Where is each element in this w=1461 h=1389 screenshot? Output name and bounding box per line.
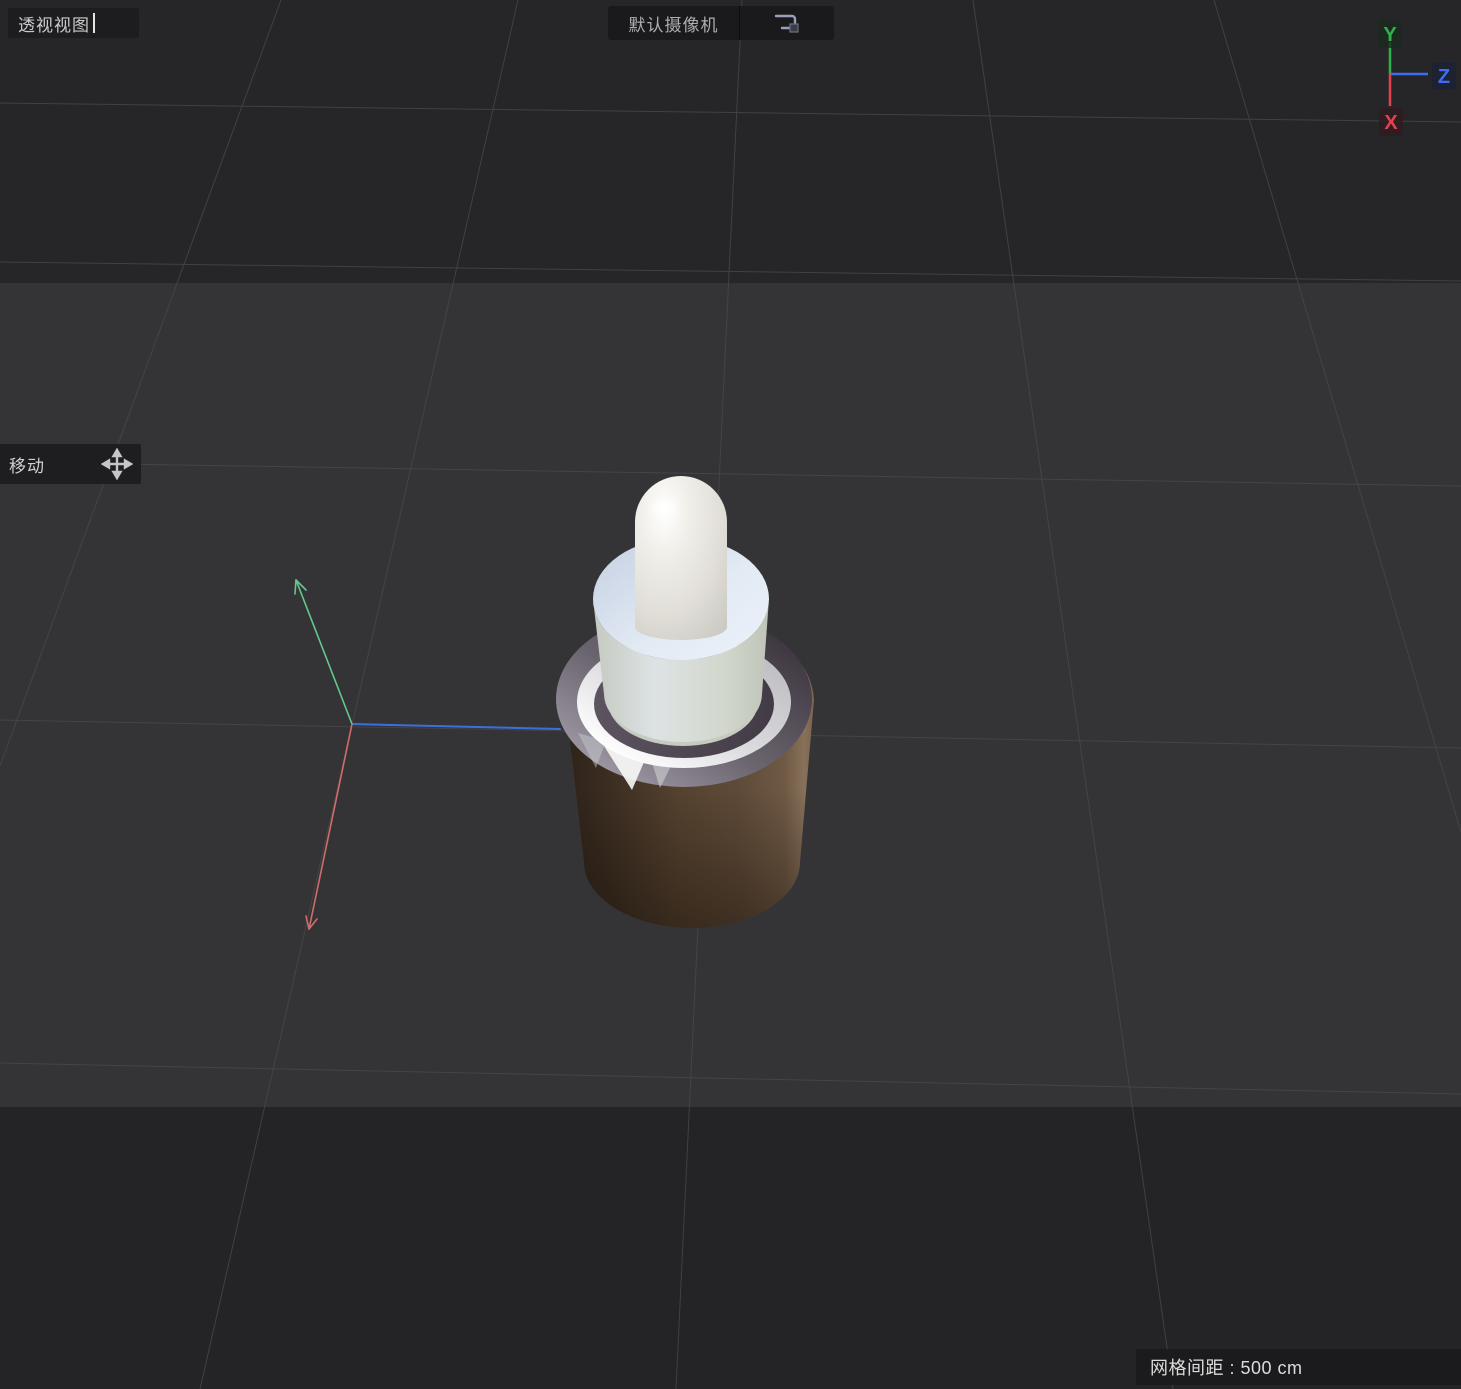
axis-orientation-widget: Y Z X xyxy=(1336,14,1461,139)
active-tool-badge[interactable]: 移动 xyxy=(0,444,141,484)
dropper-bulb[interactable] xyxy=(635,476,727,640)
view-label-text: 透视视图 xyxy=(18,15,90,35)
view-label[interactable]: 透视视图 xyxy=(8,8,139,38)
camera-bar[interactable]: 默认摄像机 xyxy=(608,6,834,40)
grid-spacing-text: 网格间距 : 500 cm xyxy=(1150,1358,1303,1378)
grid-spacing-badge: 网格间距 : 500 cm xyxy=(1136,1349,1461,1385)
camera-label[interactable]: 默认摄像机 xyxy=(608,11,739,36)
tool-label: 移动 xyxy=(9,456,45,476)
axis-x-label: X xyxy=(1384,112,1398,134)
axis-z-label: Z xyxy=(1438,66,1450,88)
camera-icon[interactable] xyxy=(740,10,834,36)
viewport: 透视视图 默认摄像机 移动 网格间距: 500 cm Y Z X xyxy=(0,0,1461,1389)
viewport-canvas[interactable] xyxy=(0,0,1461,1389)
move-tool-icon xyxy=(101,448,133,480)
axis-y-label: Y xyxy=(1383,24,1397,46)
text-cursor xyxy=(93,13,95,33)
